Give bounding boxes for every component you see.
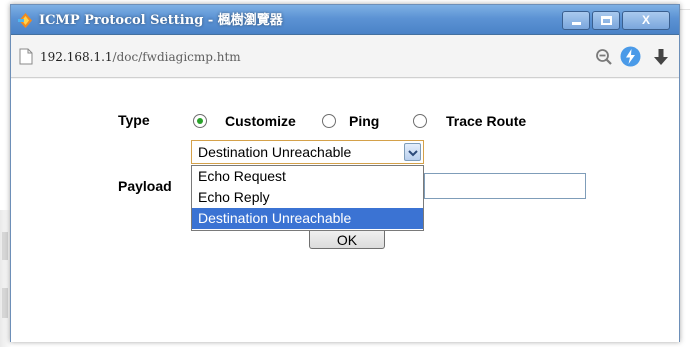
- option-destination-unreachable[interactable]: Destination Unreachable: [192, 208, 423, 229]
- url-path: /doc/fwdiagicmp.htm: [112, 50, 241, 64]
- maximize-button[interactable]: [592, 11, 620, 30]
- ping-label[interactable]: Ping: [349, 113, 379, 129]
- trace-route-label[interactable]: Trace Route: [446, 113, 526, 129]
- zoom-out-icon[interactable]: [595, 48, 613, 66]
- maple-browser-icon: [18, 13, 32, 28]
- title-bar[interactable]: ICMP Protocol Setting - 楓樹瀏覽器 X: [11, 5, 679, 35]
- payload-label: Payload: [118, 178, 172, 194]
- minimize-button[interactable]: [562, 11, 590, 30]
- type-label: Type: [118, 112, 150, 128]
- select-dropdown-list[interactable]: Echo Request Echo Reply Destination Unre…: [191, 165, 424, 231]
- maximize-icon: [601, 16, 612, 25]
- minimize-icon: [572, 22, 581, 25]
- option-echo-reply[interactable]: Echo Reply: [192, 187, 423, 208]
- option-echo-request[interactable]: Echo Request: [192, 166, 423, 187]
- ping-radio[interactable]: [322, 114, 336, 128]
- trace-route-radio[interactable]: [413, 114, 427, 128]
- lightning-icon[interactable]: [620, 46, 641, 67]
- close-button[interactable]: X: [622, 11, 670, 30]
- url-text[interactable]: 192.168.1.1/doc/fwdiagicmp.htm: [40, 48, 241, 66]
- ok-button[interactable]: OK: [309, 231, 385, 249]
- url-host: 192.168.1.1: [40, 50, 113, 64]
- payload-input[interactable]: [424, 173, 586, 199]
- address-bar[interactable]: 192.168.1.1/doc/fwdiagicmp.htm: [11, 36, 679, 78]
- customize-radio[interactable]: [193, 114, 207, 128]
- select-value: Destination Unreachable: [198, 144, 352, 160]
- customize-label[interactable]: Customize: [225, 113, 296, 129]
- form-area: Type Customize Ping Trace Route Destinat…: [11, 79, 679, 342]
- icmp-type-select[interactable]: Destination Unreachable: [191, 140, 424, 164]
- page-icon: [19, 48, 33, 65]
- popup-window: ICMP Protocol Setting - 楓樹瀏覽器 X 192.168.…: [10, 4, 680, 342]
- chevron-down-icon[interactable]: [404, 143, 421, 161]
- window-title: ICMP Protocol Setting - 楓樹瀏覽器: [39, 13, 283, 28]
- download-arrow-icon[interactable]: [652, 47, 670, 67]
